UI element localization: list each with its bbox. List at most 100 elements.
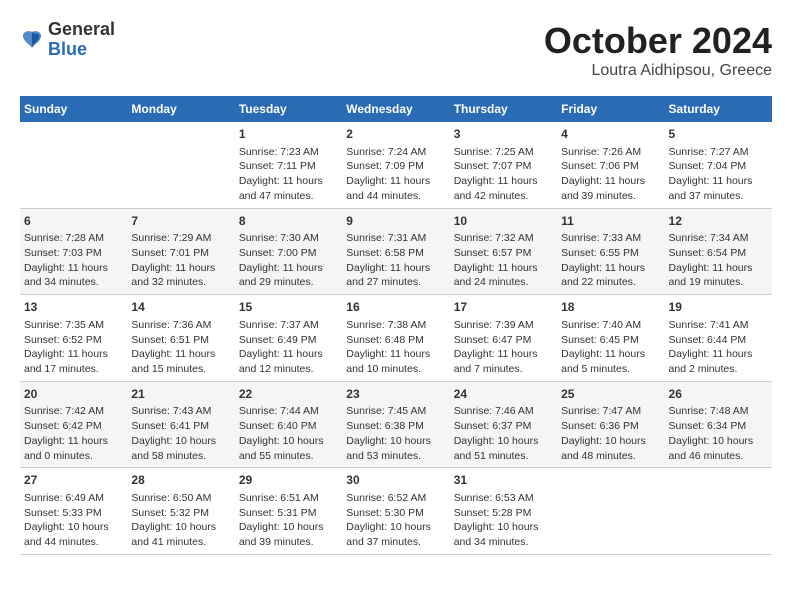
day-info: Sunrise: 7:25 AM Sunset: 7:07 PM Dayligh… [454, 145, 553, 204]
day-number: 6 [24, 213, 123, 230]
day-number: 20 [24, 386, 123, 403]
calendar-body: 1 Sunrise: 7:23 AM Sunset: 7:11 PM Daylig… [20, 122, 772, 554]
day-info: Sunrise: 6:49 AM Sunset: 5:33 PM Dayligh… [24, 491, 123, 550]
day-number: 18 [561, 299, 660, 316]
day-info: Sunrise: 7:48 AM Sunset: 6:34 PM Dayligh… [669, 404, 768, 463]
day-info: Sunrise: 7:23 AM Sunset: 7:11 PM Dayligh… [239, 145, 338, 204]
day-number: 11 [561, 213, 660, 230]
day-cell-w2-d6: 11Sunrise: 7:33 AM Sunset: 6:55 PM Dayli… [557, 208, 664, 295]
day-cell-w4-d2: 21Sunrise: 7:43 AM Sunset: 6:41 PM Dayli… [127, 381, 234, 468]
day-number: 29 [239, 472, 338, 489]
day-cell-w3-d4: 16 Sunrise: 7:38 AM Sunset: 6:48 PM Dayli… [342, 295, 449, 382]
logo: General Blue [20, 20, 115, 60]
day-cell-w5-d1: 27 Sunrise: 6:49 AM Sunset: 5:33 PM Dayli… [20, 468, 127, 555]
day-number: 8 [239, 213, 338, 230]
day-number: 31 [454, 472, 553, 489]
day-info: Sunrise: 6:51 AM Sunset: 5:31 PM Dayligh… [239, 491, 338, 550]
day-cell-w5-d5: 31 Sunrise: 6:53 AM Sunset: 5:28 PM Dayli… [450, 468, 557, 555]
page-header: General Blue October 2024 Loutra Aidhips… [20, 20, 772, 80]
header-saturday: Saturday [665, 96, 772, 122]
header-tuesday: Tuesday [235, 96, 342, 122]
day-number: 21 [131, 386, 230, 403]
week-row-4: 20Sunrise: 7:42 AM Sunset: 6:42 PM Dayli… [20, 381, 772, 468]
header-sunday: Sunday [20, 96, 127, 122]
day-info: Sunrise: 7:28 AM Sunset: 7:03 PM Dayligh… [24, 231, 123, 290]
day-cell-w2-d5: 10Sunrise: 7:32 AM Sunset: 6:57 PM Dayli… [450, 208, 557, 295]
day-number: 25 [561, 386, 660, 403]
week-row-5: 27 Sunrise: 6:49 AM Sunset: 5:33 PM Dayli… [20, 468, 772, 555]
day-cell-w5-d4: 30Sunrise: 6:52 AM Sunset: 5:30 PM Dayli… [342, 468, 449, 555]
calendar-table: SundayMondayTuesdayWednesdayThursdayFrid… [20, 96, 772, 555]
day-number: 13 [24, 299, 123, 316]
day-cell-w5-d6 [557, 468, 664, 555]
day-cell-w3-d7: 19Sunrise: 7:41 AM Sunset: 6:44 PM Dayli… [665, 295, 772, 382]
calendar-subtitle: Loutra Aidhipsou, Greece [544, 62, 772, 80]
day-info: Sunrise: 7:29 AM Sunset: 7:01 PM Dayligh… [131, 231, 230, 290]
day-cell-w5-d3: 29 Sunrise: 6:51 AM Sunset: 5:31 PM Dayli… [235, 468, 342, 555]
day-info: Sunrise: 7:26 AM Sunset: 7:06 PM Dayligh… [561, 145, 660, 204]
day-number: 10 [454, 213, 553, 230]
day-cell-w5-d7 [665, 468, 772, 555]
day-number: 4 [561, 126, 660, 143]
day-info: Sunrise: 6:52 AM Sunset: 5:30 PM Dayligh… [346, 491, 445, 550]
day-cell-w3-d5: 17 Sunrise: 7:39 AM Sunset: 6:47 PM Dayli… [450, 295, 557, 382]
day-cell-w3-d3: 15 Sunrise: 7:37 AM Sunset: 6:49 PM Dayli… [235, 295, 342, 382]
calendar-title: October 2024 [544, 20, 772, 62]
day-info: Sunrise: 7:38 AM Sunset: 6:48 PM Dayligh… [346, 318, 445, 377]
day-info: Sunrise: 7:43 AM Sunset: 6:41 PM Dayligh… [131, 404, 230, 463]
day-info: Sunrise: 7:40 AM Sunset: 6:45 PM Dayligh… [561, 318, 660, 377]
day-cell-w1-d2 [127, 122, 234, 208]
day-info: Sunrise: 7:35 AM Sunset: 6:52 PM Dayligh… [24, 318, 123, 377]
day-number: 9 [346, 213, 445, 230]
day-number: 5 [669, 126, 768, 143]
day-number: 2 [346, 126, 445, 143]
day-cell-w1-d1 [20, 122, 127, 208]
logo-text: General Blue [48, 20, 115, 60]
week-row-2: 6Sunrise: 7:28 AM Sunset: 7:03 PM Daylig… [20, 208, 772, 295]
day-cell-w4-d3: 22Sunrise: 7:44 AM Sunset: 6:40 PM Dayli… [235, 381, 342, 468]
day-number: 3 [454, 126, 553, 143]
day-number: 22 [239, 386, 338, 403]
logo-general-text: General [48, 20, 115, 40]
title-block: October 2024 Loutra Aidhipsou, Greece [544, 20, 772, 80]
day-number: 28 [131, 472, 230, 489]
day-info: Sunrise: 7:24 AM Sunset: 7:09 PM Dayligh… [346, 145, 445, 204]
day-number: 7 [131, 213, 230, 230]
day-cell-w2-d2: 7Sunrise: 7:29 AM Sunset: 7:01 PM Daylig… [127, 208, 234, 295]
day-number: 24 [454, 386, 553, 403]
day-cell-w1-d3: 1 Sunrise: 7:23 AM Sunset: 7:11 PM Daylig… [235, 122, 342, 208]
day-info: Sunrise: 7:39 AM Sunset: 6:47 PM Dayligh… [454, 318, 553, 377]
day-info: Sunrise: 7:45 AM Sunset: 6:38 PM Dayligh… [346, 404, 445, 463]
day-cell-w4-d4: 23Sunrise: 7:45 AM Sunset: 6:38 PM Dayli… [342, 381, 449, 468]
day-info: Sunrise: 7:37 AM Sunset: 6:49 PM Dayligh… [239, 318, 338, 377]
day-number: 12 [669, 213, 768, 230]
day-number: 1 [239, 126, 338, 143]
day-cell-w1-d7: 5 Sunrise: 7:27 AM Sunset: 7:04 PM Daylig… [665, 122, 772, 208]
day-cell-w4-d7: 26Sunrise: 7:48 AM Sunset: 6:34 PM Dayli… [665, 381, 772, 468]
day-number: 15 [239, 299, 338, 316]
day-cell-w3-d1: 13 Sunrise: 7:35 AM Sunset: 6:52 PM Dayli… [20, 295, 127, 382]
week-row-3: 13 Sunrise: 7:35 AM Sunset: 6:52 PM Dayli… [20, 295, 772, 382]
day-number: 23 [346, 386, 445, 403]
day-info: Sunrise: 6:53 AM Sunset: 5:28 PM Dayligh… [454, 491, 553, 550]
day-info: Sunrise: 7:44 AM Sunset: 6:40 PM Dayligh… [239, 404, 338, 463]
day-info: Sunrise: 7:30 AM Sunset: 7:00 PM Dayligh… [239, 231, 338, 290]
day-info: Sunrise: 7:27 AM Sunset: 7:04 PM Dayligh… [669, 145, 768, 204]
day-info: Sunrise: 7:34 AM Sunset: 6:54 PM Dayligh… [669, 231, 768, 290]
day-number: 16 [346, 299, 445, 316]
header-wednesday: Wednesday [342, 96, 449, 122]
day-cell-w4-d6: 25Sunrise: 7:47 AM Sunset: 6:36 PM Dayli… [557, 381, 664, 468]
day-cell-w4-d5: 24Sunrise: 7:46 AM Sunset: 6:37 PM Dayli… [450, 381, 557, 468]
day-cell-w2-d7: 12Sunrise: 7:34 AM Sunset: 6:54 PM Dayli… [665, 208, 772, 295]
logo-blue-text: Blue [48, 40, 115, 60]
day-cell-w1-d5: 3 Sunrise: 7:25 AM Sunset: 7:07 PM Daylig… [450, 122, 557, 208]
day-info: Sunrise: 7:31 AM Sunset: 6:58 PM Dayligh… [346, 231, 445, 290]
day-number: 19 [669, 299, 768, 316]
week-row-1: 1 Sunrise: 7:23 AM Sunset: 7:11 PM Daylig… [20, 122, 772, 208]
day-number: 26 [669, 386, 768, 403]
day-number: 17 [454, 299, 553, 316]
day-info: Sunrise: 7:42 AM Sunset: 6:42 PM Dayligh… [24, 404, 123, 463]
day-cell-w1-d4: 2 Sunrise: 7:24 AM Sunset: 7:09 PM Daylig… [342, 122, 449, 208]
logo-bird-icon [20, 28, 44, 52]
day-number: 27 [24, 472, 123, 489]
